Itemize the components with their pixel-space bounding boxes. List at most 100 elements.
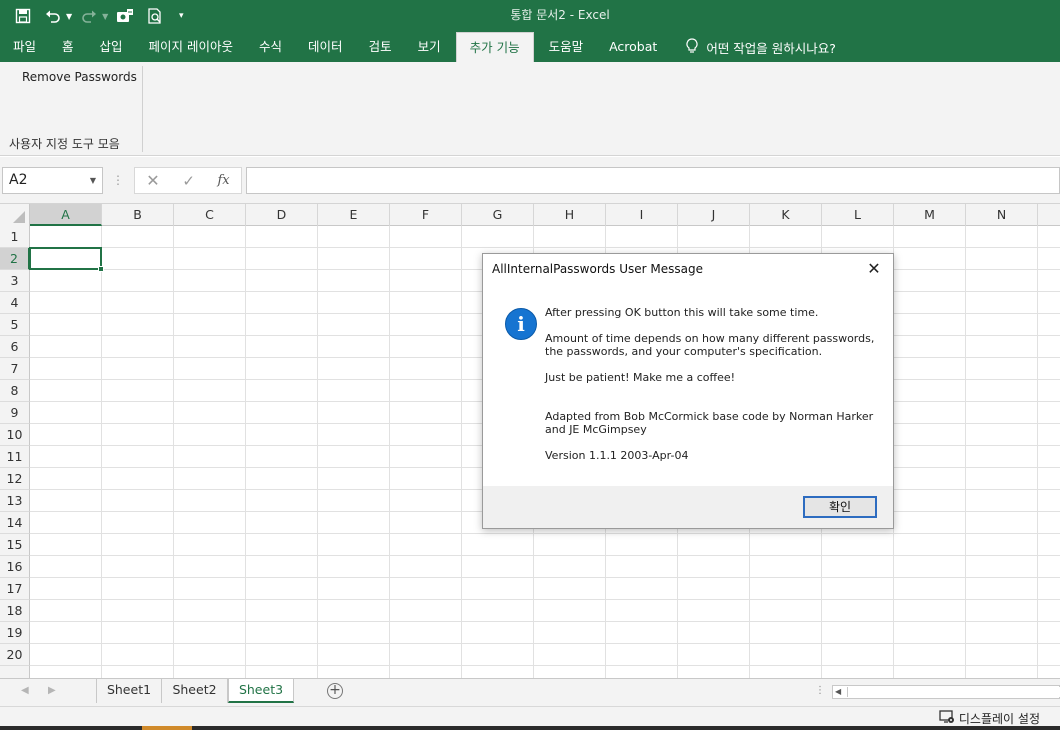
quick-access-toolbar: ▼ ▼ ▾ [10, 0, 190, 32]
active-cell[interactable] [29, 247, 104, 272]
display-settings-icon [939, 710, 955, 727]
column-header[interactable]: J [678, 204, 750, 226]
column-header[interactable]: H [534, 204, 606, 226]
tab-page-layout[interactable]: 페이지 레이아웃 [136, 32, 246, 62]
row-header[interactable]: 2 [0, 248, 30, 270]
save-icon[interactable] [10, 3, 36, 29]
sheet-tab-sheet3[interactable]: Sheet3 [228, 679, 294, 703]
column-header[interactable]: F [390, 204, 462, 226]
column-gridline [245, 226, 246, 678]
info-icon: i [505, 308, 537, 340]
undo-icon[interactable] [40, 3, 66, 29]
tab-insert[interactable]: 삽입 [87, 32, 136, 62]
tell-me-box[interactable]: 어떤 작업을 원하시나요? [670, 32, 836, 62]
tab-formulas[interactable]: 수식 [246, 32, 295, 62]
column-header[interactable]: G [462, 204, 534, 226]
tab-home[interactable]: 홈 [49, 32, 87, 62]
scrollbar-thumb[interactable] [847, 687, 1060, 697]
column-header[interactable]: L [822, 204, 894, 226]
display-settings-button[interactable]: 디스플레이 설정 [939, 710, 1040, 727]
row-header[interactable]: 10 [0, 424, 30, 446]
message-line: Adapted from Bob McCormick base code by … [545, 410, 874, 436]
tab-review[interactable]: 검토 [356, 32, 405, 62]
title-bar: ▼ ▼ ▾ 통합 문서2 - Excel [0, 0, 1060, 32]
row-header[interactable]: 7 [0, 358, 30, 380]
tab-view[interactable]: 보기 [405, 32, 454, 62]
column-header[interactable]: I [606, 204, 678, 226]
column-header[interactable]: N [966, 204, 1038, 226]
display-settings-label: 디스플레이 설정 [958, 712, 1040, 726]
row-header[interactable]: 1 [0, 226, 30, 248]
sheet-tab-sheet1[interactable]: Sheet1 [96, 679, 162, 703]
row-header[interactable]: 9 [0, 402, 30, 424]
column-gridline [461, 226, 462, 678]
column-header[interactable]: A [30, 204, 102, 226]
tab-split-grip-icon[interactable]: ⋮ [815, 685, 825, 696]
prev-sheet-icon[interactable]: ◀ [21, 685, 29, 696]
group-label: 사용자 지정 도구 모음 [9, 137, 120, 151]
row-header[interactable]: 13 [0, 490, 30, 512]
horizontal-scrollbar[interactable]: ◀ [832, 685, 1060, 699]
column-header[interactable]: E [318, 204, 390, 226]
column-header[interactable]: D [246, 204, 318, 226]
row-header[interactable]: 8 [0, 380, 30, 402]
row-header[interactable]: 5 [0, 314, 30, 336]
row-header[interactable] [0, 666, 30, 678]
row-gridline [30, 533, 1060, 534]
print-preview-icon[interactable] [142, 3, 168, 29]
row-gridline [30, 577, 1060, 578]
remove-passwords-button[interactable]: Remove Passwords [22, 70, 137, 84]
row-header[interactable]: 11 [0, 446, 30, 468]
scroll-left-icon[interactable]: ◀ [835, 687, 841, 696]
redo-dropdown-icon[interactable]: ▼ [102, 12, 108, 21]
column-gridline [965, 226, 966, 678]
row-header[interactable]: 20 [0, 644, 30, 666]
row-header[interactable]: 12 [0, 468, 30, 490]
tab-data[interactable]: 데이터 [295, 32, 356, 62]
dialog-message: After pressing OK button this will take … [545, 306, 875, 475]
tab-file[interactable]: 파일 [0, 32, 49, 62]
insert-function-icon[interactable]: fx [218, 173, 230, 188]
column-gridline [389, 226, 390, 678]
tab-add-ins[interactable]: 추가 기능 [455, 32, 534, 62]
tab-help[interactable]: 도움말 [536, 32, 597, 62]
row-header[interactable]: 19 [0, 622, 30, 644]
row-header[interactable]: 16 [0, 556, 30, 578]
dialog-title: AllInternalPasswords User Message [492, 262, 704, 276]
ribbon-tabs: 파일 홈 삽입 페이지 레이아웃 수식 데이터 검토 보기 추가 기능 도움말 … [0, 32, 1060, 62]
select-all-button[interactable] [0, 204, 30, 226]
column-header[interactable]: B [102, 204, 174, 226]
row-header[interactable]: 3 [0, 270, 30, 292]
row-header[interactable]: 6 [0, 336, 30, 358]
close-icon[interactable]: ✕ [863, 258, 885, 280]
column-header[interactable]: K [750, 204, 822, 226]
formula-input[interactable] [246, 167, 1060, 194]
row-gridline [30, 599, 1060, 600]
row-header[interactable]: 4 [0, 292, 30, 314]
add-sheet-icon[interactable]: + [327, 683, 343, 699]
redo-icon[interactable] [76, 3, 102, 29]
column-header[interactable]: C [174, 204, 246, 226]
cancel-icon[interactable]: ✕ [146, 171, 159, 190]
fill-handle[interactable] [98, 266, 104, 272]
formula-buttons: ✕ ✓ fx [134, 167, 242, 194]
formula-bar-grip-icon[interactable]: ⋮ [112, 173, 124, 187]
row-header[interactable]: 17 [0, 578, 30, 600]
row-header[interactable]: 18 [0, 600, 30, 622]
row-header[interactable]: 15 [0, 534, 30, 556]
name-box-dropdown-icon[interactable]: ▼ [90, 168, 96, 193]
lightbulb-icon [686, 37, 698, 57]
customize-qat-icon[interactable]: ▾ [172, 3, 190, 29]
touch-mode-icon[interactable] [112, 3, 138, 29]
row-header[interactable]: 14 [0, 512, 30, 534]
name-box[interactable]: A2 ▼ [2, 167, 103, 194]
row-gridline [30, 555, 1060, 556]
sheet-tab-sheet2[interactable]: Sheet2 [162, 679, 228, 703]
next-sheet-icon[interactable]: ▶ [48, 685, 56, 696]
column-gridline [101, 226, 102, 678]
ok-button[interactable]: 확인 [803, 496, 877, 518]
enter-icon[interactable]: ✓ [182, 172, 195, 190]
column-header[interactable]: M [894, 204, 966, 226]
tab-acrobat[interactable]: Acrobat [596, 32, 670, 62]
undo-dropdown-icon[interactable]: ▼ [66, 12, 72, 21]
